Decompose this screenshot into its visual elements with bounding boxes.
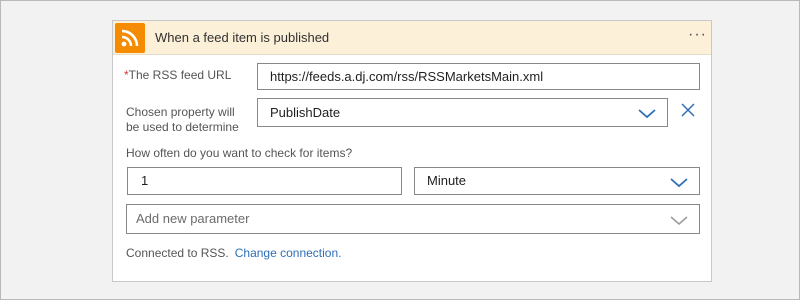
feed-url-input[interactable]: https://feeds.a.dj.com/rss/RSSMarketsMai…	[257, 63, 700, 90]
interval-input[interactable]: 1	[127, 167, 402, 195]
feed-url-label: *The RSS feed URL	[124, 68, 231, 83]
close-icon[interactable]	[679, 101, 697, 119]
chosen-property-dropdown[interactable]: PublishDate	[257, 98, 668, 127]
chevron-down-icon	[638, 109, 656, 119]
chosen-property-label: Chosen property will be used to determin…	[126, 105, 239, 135]
chosen-property-label-line2: be used to determine	[126, 120, 239, 134]
feed-url-label-text: The RSS feed URL	[128, 68, 232, 82]
add-parameter-dropdown[interactable]: Add new parameter	[126, 204, 700, 234]
connection-status: Connected to RSS. Change connection.	[126, 246, 341, 260]
frequency-label: How often do you want to check for items…	[126, 146, 353, 160]
chevron-down-icon	[670, 178, 688, 188]
card-header[interactable]: When a feed item is published ···	[113, 21, 711, 55]
frequency-unit-dropdown[interactable]: Minute	[414, 167, 700, 195]
rss-icon	[115, 23, 145, 53]
rss-trigger-card: When a feed item is published ··· *The R…	[112, 20, 712, 282]
more-dots-icon[interactable]: ···	[688, 26, 707, 44]
interval-value: 1	[141, 173, 149, 188]
add-parameter-placeholder: Add new parameter	[136, 211, 250, 226]
feed-url-value: https://feeds.a.dj.com/rss/RSSMarketsMai…	[270, 69, 544, 84]
chosen-property-value: PublishDate	[270, 105, 341, 120]
chosen-property-label-line1: Chosen property will	[126, 105, 235, 119]
frequency-unit-value: Minute	[427, 173, 467, 188]
chevron-down-icon	[670, 216, 688, 225]
connected-text: Connected to RSS.	[126, 246, 229, 260]
change-connection-link[interactable]: Change connection.	[235, 246, 342, 260]
trigger-title: When a feed item is published	[155, 30, 330, 45]
